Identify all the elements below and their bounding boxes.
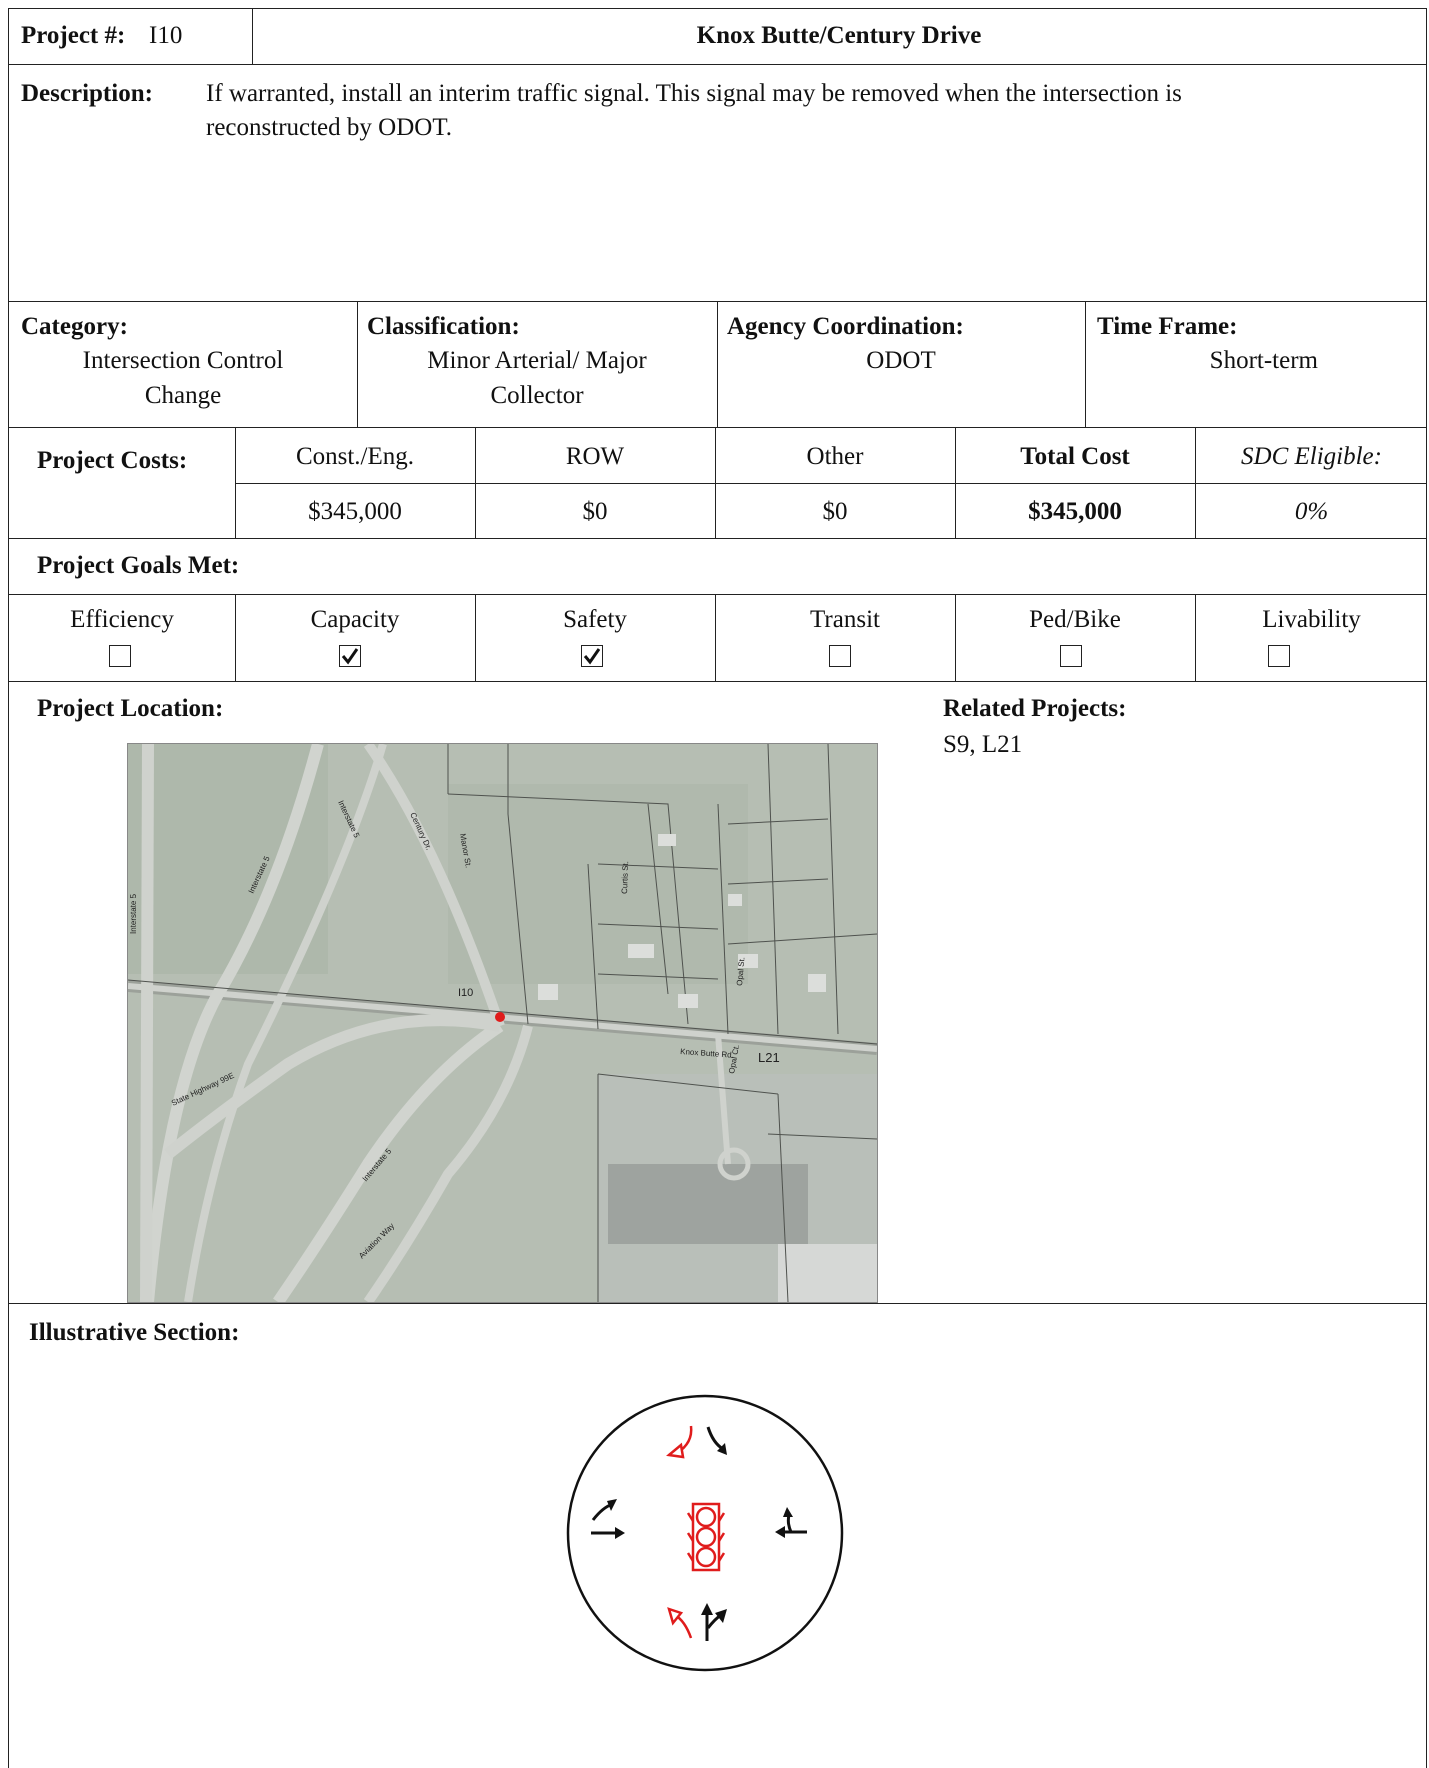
header-row: Project #: I10 Knox Butte/Century Drive xyxy=(9,9,1426,65)
cost-header-other: Other xyxy=(806,443,864,470)
cost-value-const-eng: $345,000 xyxy=(308,498,402,525)
related-projects-label: Related Projects: xyxy=(943,695,1127,722)
category-label: Category: xyxy=(21,313,128,340)
goal-pedbike-checkbox[interactable] xyxy=(1060,645,1082,667)
project-location-map: Knox Butte Rd. L21 I10 Century Dr. Manor… xyxy=(127,743,878,1303)
category-value-line2: Change xyxy=(144,382,222,409)
goals-label-row: Project Goals Met: xyxy=(9,539,1426,595)
goal-efficiency-checkbox[interactable] xyxy=(109,645,131,667)
project-sheet: Project #: I10 Knox Butte/Century Drive … xyxy=(8,8,1427,1768)
description-text-line2: reconstructed by ODOT. xyxy=(206,114,452,141)
goal-transit-checkbox[interactable] xyxy=(829,645,851,667)
map-label-curtis-st: Curtis St. xyxy=(620,861,630,894)
map-label-l21: L21 xyxy=(758,1050,780,1065)
project-marker-dot xyxy=(495,1012,505,1022)
time-frame-value: Short-term xyxy=(1209,347,1318,374)
illustrative-section-label: Illustrative Section: xyxy=(29,1319,240,1346)
info-row: Category: Intersection Control Change Cl… xyxy=(9,302,1426,428)
related-projects-value: S9, L21 xyxy=(943,731,1023,758)
project-number: I10 xyxy=(149,22,183,49)
cost-value-other: $0 xyxy=(822,498,848,525)
project-goals-label: Project Goals Met: xyxy=(37,552,240,579)
goal-capacity-checkbox[interactable] xyxy=(339,645,361,667)
cost-value-total: $345,000 xyxy=(1028,498,1122,525)
goal-safety-label: Safety xyxy=(563,606,627,633)
classification-value-line1: Minor Arterial/ Major xyxy=(427,347,647,374)
project-costs-label: Project Costs: xyxy=(37,447,188,474)
checkmark-icon xyxy=(583,648,601,665)
project-title: Knox Butte/Century Drive xyxy=(696,22,982,49)
costs-row: Project Costs: Const./Eng. ROW Other Tot… xyxy=(9,428,1426,539)
project-location-label: Project Location: xyxy=(37,695,224,722)
classification-value-line2: Collector xyxy=(490,382,584,409)
checkmark-icon xyxy=(341,648,359,665)
cost-value-sdc: 0% xyxy=(1294,498,1329,525)
agency-coordination-value: ODOT xyxy=(866,347,936,374)
intersection-diagram xyxy=(566,1394,844,1672)
goal-livability-checkbox[interactable] xyxy=(1268,645,1290,667)
category-value-line1: Intersection Control xyxy=(82,347,284,374)
goal-pedbike-label: Ped/Bike xyxy=(1029,606,1121,633)
description-text-line1: If warranted, install an interim traffic… xyxy=(206,80,1182,107)
goal-livability-label: Livability xyxy=(1262,606,1361,633)
goal-efficiency-label: Efficiency xyxy=(70,606,174,633)
time-frame-label: Time Frame: xyxy=(1097,313,1238,340)
cost-header-const-eng: Const./Eng. xyxy=(295,443,415,470)
goal-safety-checkbox[interactable] xyxy=(581,645,603,667)
project-number-label: Project #: xyxy=(21,22,126,49)
goal-transit-label: Transit xyxy=(810,606,880,633)
cost-header-row: ROW xyxy=(565,443,625,470)
description-label: Description: xyxy=(21,80,153,107)
cost-header-total: Total Cost xyxy=(1020,443,1130,470)
location-row: Project Location: Related Projects: S9, … xyxy=(9,682,1426,1304)
goal-capacity-label: Capacity xyxy=(310,606,400,633)
cost-header-sdc: SDC Eligible: xyxy=(1241,443,1382,470)
classification-label: Classification: xyxy=(367,313,520,340)
cost-value-row: $0 xyxy=(582,498,608,525)
map-graphic: Knox Butte Rd. L21 I10 Century Dr. Manor… xyxy=(128,744,877,1302)
agency-coordination-label: Agency Coordination: xyxy=(727,313,964,340)
map-label-interstate5-c: Interstate 5 xyxy=(129,893,138,934)
illustrative-section-row: Illustrative Section: xyxy=(9,1304,1426,1764)
map-label-i10: I10 xyxy=(458,987,473,999)
description-row: Description: If warranted, install an in… xyxy=(9,65,1426,302)
goals-row: Efficiency Capacity Safety Transit Ped/B… xyxy=(9,595,1426,682)
